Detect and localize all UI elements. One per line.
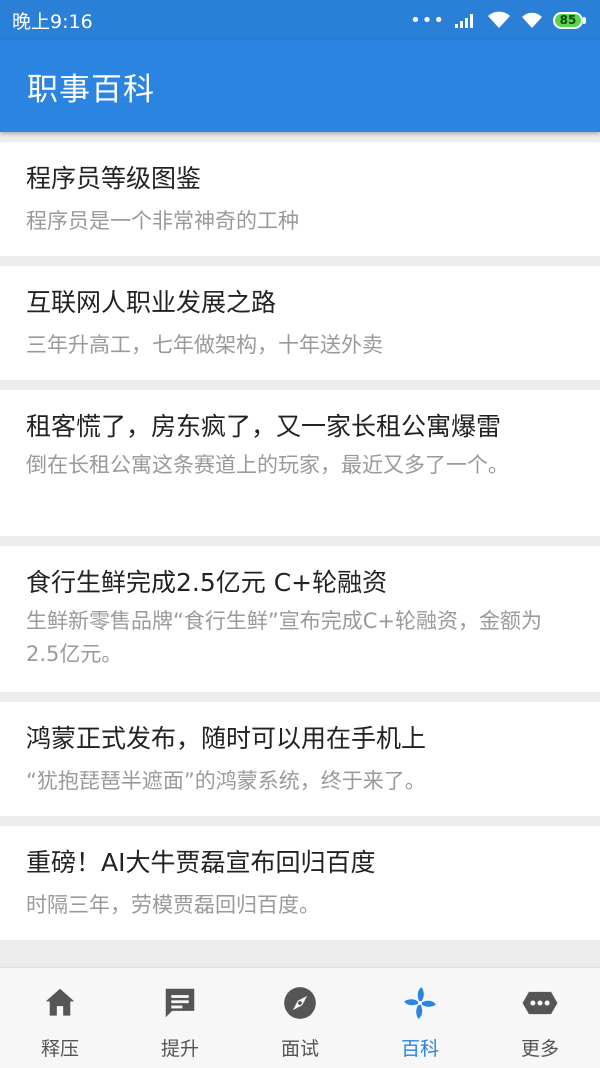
article-title: 鸿蒙正式发布，随时可以用在手机上 — [26, 724, 427, 753]
more-icon — [522, 991, 558, 1015]
compass-icon — [284, 987, 316, 1019]
article-card[interactable]: 租客慌了，房东疯了，又一家长租公寓爆雷 倒在长租公寓这条赛道上的玩家，最近又多了… — [0, 390, 600, 536]
wifi-2-icon — [522, 12, 542, 28]
chat-icon — [165, 988, 195, 1018]
page-title: 职事百科 — [27, 71, 155, 108]
more-dots-icon: ••• — [410, 9, 445, 31]
article-title: 程序员等级图鉴 — [26, 164, 202, 193]
pinwheel-icon — [404, 987, 436, 1019]
status-bar: 晚上9:16 ••• 85 — [0, 0, 600, 40]
battery-icon: 85 — [553, 11, 586, 29]
signal-icon — [455, 14, 473, 28]
tab-label: 释压 — [40, 1038, 79, 1060]
tab-gengduo[interactable]: 更多 — [480, 968, 600, 1068]
article-desc: 三年升高工，七年做架构，十年送外卖 — [26, 333, 383, 357]
status-time: 晚上9:16 — [12, 10, 93, 33]
article-title: 食行生鲜完成2.5亿元 C+轮融资 — [26, 568, 388, 597]
tab-shiya[interactable]: 释压 — [0, 968, 120, 1068]
article-desc: 倒在长租公寓这条赛道上的玩家，最近又多了一个。 — [26, 453, 509, 477]
status-icons: ••• 85 — [410, 10, 586, 31]
tab-label: 提升 — [160, 1038, 199, 1060]
tab-tisheng[interactable]: 提升 — [120, 968, 240, 1068]
article-list: 程序员等级图鉴 程序员是一个非常神奇的工种 互联网人职业发展之路 三年升高工，七… — [0, 142, 600, 950]
article-desc: 生鲜新零售品牌“食行生鲜”宣布完成C+轮融资，金额为2.5亿元。 — [26, 609, 543, 666]
article-card[interactable]: 鸿蒙正式发布，随时可以用在手机上 “犹抱琵琶半遮面”的鸿蒙系统，终于来了。 — [0, 702, 600, 816]
tab-label: 更多 — [520, 1038, 559, 1060]
tab-baike[interactable]: 百科 — [360, 968, 480, 1068]
article-desc: 时隔三年，劳模贾磊回归百度。 — [26, 893, 320, 917]
article-card[interactable]: 食行生鲜完成2.5亿元 C+轮融资 生鲜新零售品牌“食行生鲜”宣布完成C+轮融资… — [0, 546, 600, 692]
battery-level: 85 — [553, 11, 583, 29]
app-bar: 职事百科 — [0, 40, 600, 132]
article-desc: “犹抱琵琶半遮面”的鸿蒙系统，终于来了。 — [26, 769, 426, 793]
wifi-icon — [488, 11, 510, 28]
home-icon — [45, 988, 75, 1016]
tab-label: 面试 — [280, 1038, 319, 1060]
article-card[interactable]: 互联网人职业发展之路 三年升高工，七年做架构，十年送外卖 — [0, 266, 600, 380]
bottom-tab-bar: 释压 提升 面试 百科 更多 — [0, 967, 600, 1068]
article-card[interactable]: 程序员等级图鉴 程序员是一个非常神奇的工种 — [0, 142, 600, 256]
article-desc: 程序员是一个非常神奇的工种 — [26, 209, 299, 233]
tab-label: 百科 — [400, 1038, 439, 1060]
article-title: 租客慌了，房东疯了，又一家长租公寓爆雷 — [26, 412, 502, 441]
tab-mianshi[interactable]: 面试 — [240, 968, 360, 1068]
article-title: 重磅！AI大牛贾磊宣布回归百度 — [26, 848, 376, 877]
article-title: 互联网人职业发展之路 — [26, 288, 277, 317]
article-card[interactable]: 重磅！AI大牛贾磊宣布回归百度 时隔三年，劳模贾磊回归百度。 — [0, 826, 600, 940]
